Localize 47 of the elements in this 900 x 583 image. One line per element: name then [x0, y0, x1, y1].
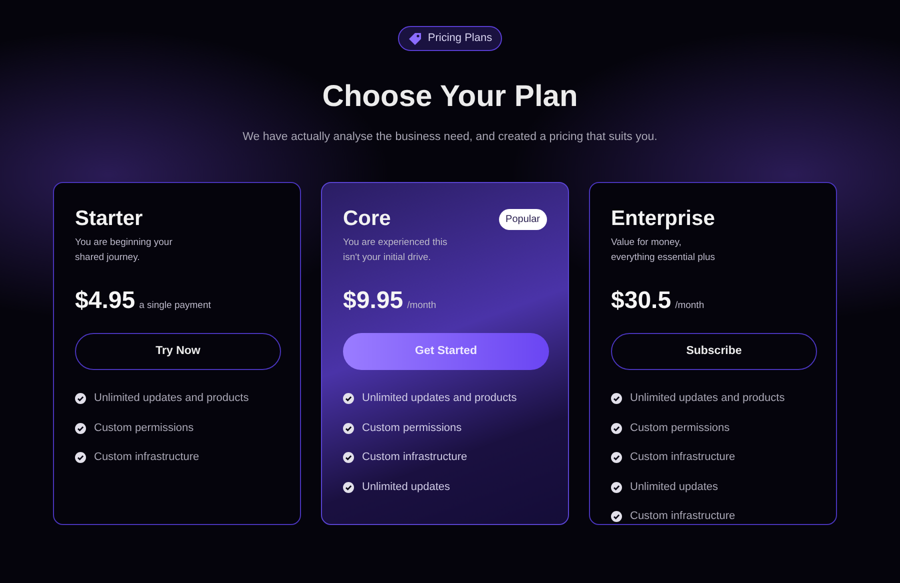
plan-description: You are beginning your — [75, 236, 174, 250]
feature-text: Custom infrastructure — [630, 509, 736, 524]
price-period: a single payment — [139, 299, 211, 314]
plan-description: everything essential plus — [611, 251, 716, 266]
feature-text: Custom infrastructure — [630, 450, 736, 466]
plan-description: isn't your initial drive. — [343, 251, 432, 266]
plan-description: You are experienced this — [343, 236, 448, 250]
check-icon — [611, 393, 622, 404]
check-icon — [75, 422, 86, 434]
feature-text: Unlimited updates and products — [94, 391, 249, 406]
check-icon — [343, 422, 354, 434]
feature-text: Custom permissions — [94, 420, 194, 436]
plan-price: $9.95 — [343, 286, 404, 316]
feature-text: Unlimited updates — [630, 480, 718, 495]
feature-text: Unlimited updates and products — [362, 391, 517, 406]
plan-name: Starter — [75, 206, 143, 232]
feature-text: Custom permissions — [362, 420, 462, 436]
tag-icon — [408, 32, 422, 46]
check-icon — [611, 422, 622, 434]
check-icon — [343, 482, 354, 492]
check-icon — [611, 452, 622, 463]
page-title: Choose Your Plan — [322, 79, 578, 115]
check-icon — [611, 482, 622, 492]
check-icon — [611, 511, 622, 522]
feature-text: Unlimited updates and products — [630, 391, 785, 406]
popular-tag: Popular — [498, 208, 547, 230]
plan-button[interactable]: Try Now — [75, 333, 281, 370]
check-icon — [75, 452, 86, 463]
feature-text: Custom infrastructure — [94, 450, 200, 466]
plan-button[interactable]: Get Started — [343, 333, 549, 370]
plan-button[interactable]: Subscribe — [611, 333, 817, 370]
check-icon — [343, 393, 354, 404]
plan-price: $4.95 — [75, 286, 136, 316]
badge-label: Pricing Plans — [428, 31, 492, 46]
check-icon — [343, 452, 354, 463]
plan-description: Value for money, — [611, 236, 682, 250]
plan-name: Enterprise — [611, 206, 715, 232]
feature-text: Custom infrastructure — [362, 450, 468, 466]
price-period: /month — [407, 299, 436, 314]
plan-price: $30.5 — [611, 286, 672, 316]
feature-text: Unlimited updates — [362, 480, 450, 495]
check-icon — [75, 393, 86, 404]
plan-name: Core — [343, 206, 391, 232]
price-period: /month — [675, 299, 704, 314]
page-subtitle: We have actually analyse the business need, and created a pricing that suits you. — [242, 130, 658, 145]
plan-description: shared journey. — [75, 251, 141, 266]
feature-text: Custom permissions — [630, 420, 730, 436]
